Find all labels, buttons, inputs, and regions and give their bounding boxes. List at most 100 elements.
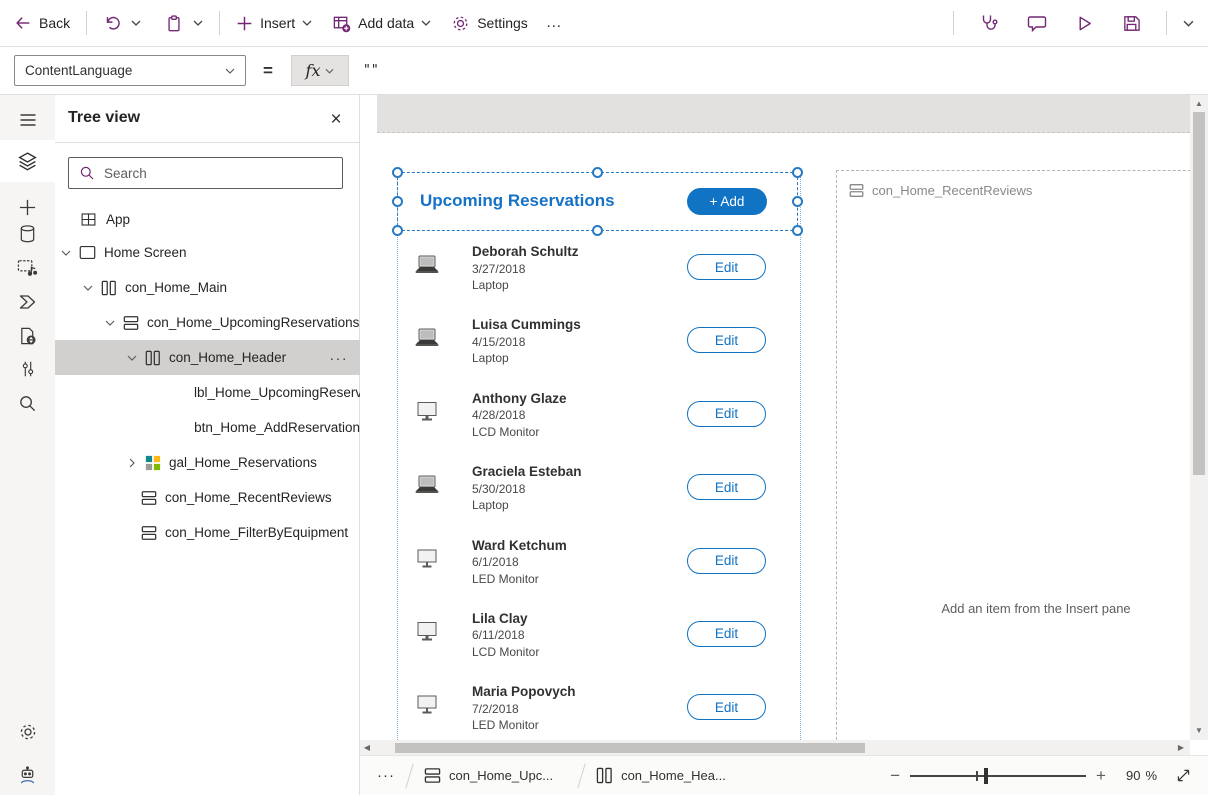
tree-view-icon[interactable] (0, 141, 55, 181)
undo-button[interactable] (103, 14, 121, 32)
zoom-value: 90 (1126, 768, 1140, 783)
reservation-name: Luisa Cummings (472, 317, 581, 332)
edit-button[interactable]: Edit (687, 254, 766, 280)
tree-item-con-home-recentreviews[interactable]: con_Home_RecentReviews (55, 480, 360, 515)
con-home-recentreviews-container[interactable]: con_Home_RecentReviews Add an item from … (836, 170, 1190, 740)
zoom-slider-track[interactable] (910, 775, 1086, 777)
edit-button[interactable]: Edit (687, 621, 766, 647)
resize-handle-top-middle[interactable] (592, 167, 603, 178)
undo-chevron-icon[interactable] (131, 20, 141, 26)
chevron-right-icon[interactable] (127, 458, 137, 468)
chevron-down-icon[interactable] (61, 250, 71, 256)
gallery-row[interactable]: Anthony Glaze4/28/2018LCD Monitor Edit (397, 387, 800, 460)
zoom-slider-tick (976, 771, 978, 781)
resize-handle-bottom-middle[interactable] (592, 225, 603, 236)
zoom-out-button[interactable]: − (880, 766, 910, 786)
tree-item-gal-home-reservations[interactable]: gal_Home_Reservations (55, 445, 360, 480)
tree-item-label: Home Screen (104, 245, 187, 260)
vertical-scrollbar-thumb[interactable] (1193, 112, 1205, 475)
back-button[interactable]: Back (14, 14, 70, 32)
property-chevron-icon (225, 68, 235, 74)
scroll-down-arrow[interactable]: ▼ (1190, 727, 1208, 735)
scroll-right-arrow[interactable]: ▶ (1174, 744, 1188, 752)
tree-item-con-home-header[interactable]: con_Home_Header ··· (55, 340, 360, 375)
tree-item-label: con_Home_Header (169, 350, 286, 365)
edit-button[interactable]: Edit (687, 401, 766, 427)
paste-chevron-icon[interactable] (193, 20, 203, 26)
tree-item-label: gal_Home_Reservations (169, 455, 317, 470)
scroll-up-arrow[interactable]: ▲ (1190, 100, 1208, 108)
con-home-header-selection[interactable]: Upcoming Reservations + Add (397, 172, 798, 231)
breadcrumb-con-home-upcomingreservations[interactable]: con_Home_Upc... (424, 767, 553, 784)
resize-handle-middle-left[interactable] (392, 196, 403, 207)
reservation-name: Deborah Schultz (472, 244, 579, 259)
zoom-slider-handle[interactable] (984, 768, 988, 784)
tree-search-input[interactable]: Search (68, 157, 343, 189)
reservation-type: LED Monitor (472, 718, 576, 732)
reservation-date: 4/15/2018 (472, 335, 581, 349)
save-chevron-icon[interactable] (1183, 20, 1194, 27)
resize-handle-top-right[interactable] (792, 167, 803, 178)
gallery-row[interactable]: Maria Popovych7/2/2018LED Monitor Edit (397, 680, 800, 740)
scroll-left-arrow[interactable]: ◀ (360, 744, 374, 752)
horizontal-container-icon (596, 767, 613, 784)
gallery-row[interactable]: Deborah Schultz3/27/2018Laptop Edit (397, 240, 800, 313)
comments-button[interactable] (1018, 14, 1056, 33)
item-overflow-icon[interactable]: ··· (330, 350, 361, 366)
zoom-in-button[interactable]: + (1086, 766, 1116, 786)
gallery-row[interactable]: Lila Clay6/11/2018LCD Monitor Edit (397, 607, 800, 680)
settings-rail-icon[interactable] (0, 712, 55, 752)
tree-item-btn-home-addreservation[interactable]: btn_Home_AddReservation (55, 410, 360, 445)
reservation-type: Laptop (472, 351, 581, 365)
tree-item-con-home-filterbyequipment[interactable]: con_Home_FilterByEquipment (55, 515, 360, 550)
save-button[interactable] (1113, 14, 1150, 33)
edit-button[interactable]: Edit (687, 548, 766, 574)
resize-handle-top-left[interactable] (392, 167, 403, 178)
edit-button[interactable]: Edit (687, 694, 766, 720)
reservation-date: 4/28/2018 (472, 408, 567, 422)
resize-handle-bottom-right[interactable] (792, 225, 803, 236)
edit-button[interactable]: Edit (687, 327, 766, 353)
insert-button[interactable]: Insert (236, 15, 312, 32)
gallery-row[interactable]: Graciela Esteban5/30/2018Laptop Edit (397, 460, 800, 533)
gallery-row[interactable]: Luisa Cummings 4/15/2018 Laptop Edit (397, 313, 800, 386)
resize-handle-middle-right[interactable] (792, 196, 803, 207)
formula-input[interactable]: "" (357, 55, 1197, 86)
search-rail-icon[interactable] (0, 383, 55, 423)
breadcrumb-con-home-header[interactable]: con_Home_Hea... (596, 767, 726, 784)
undo-icon (103, 14, 121, 32)
horizontal-scrollbar-thumb[interactable] (395, 743, 865, 753)
virtual-agent-rail-icon[interactable] (0, 756, 55, 796)
paste-button[interactable] (165, 14, 183, 33)
chevron-down-icon[interactable] (83, 285, 93, 291)
tree-item-con-home-upcomingreservations[interactable]: con_Home_UpcomingReservations (55, 305, 360, 340)
gallery-row[interactable]: Ward Ketchum6/1/2018LED Monitor Edit (397, 534, 800, 607)
media-rail-icon[interactable] (0, 247, 55, 287)
chevron-down-icon[interactable] (105, 320, 115, 326)
reservation-date: 3/27/2018 (472, 262, 579, 276)
tree-item-lbl-home-upcomingreservations[interactable]: lbl_Home_UpcomingReservat (55, 375, 360, 410)
commandbar-overflow-button[interactable]: … (538, 14, 571, 32)
add-reservation-button[interactable]: + Add (687, 188, 767, 215)
property-dropdown[interactable]: ContentLanguage (14, 55, 246, 86)
tree-item-app[interactable]: App (55, 203, 360, 235)
fx-dropdown[interactable]: fx (291, 55, 349, 86)
resize-handle-bottom-left[interactable] (392, 225, 403, 236)
close-icon[interactable]: × (323, 107, 349, 133)
add-data-button[interactable]: Add data (332, 14, 431, 33)
settings-button[interactable]: Settings (451, 14, 528, 33)
fit-to-window-icon[interactable] (1175, 767, 1192, 784)
hamburger-menu-icon[interactable] (0, 100, 55, 140)
divider (1166, 11, 1167, 35)
chevron-down-icon[interactable] (127, 355, 137, 361)
horizontal-scrollbar[interactable]: ◀ ▶ (360, 740, 1190, 755)
tree-item-label: con_Home_UpcomingReservations (147, 315, 359, 330)
app-checker-button[interactable] (970, 13, 1008, 33)
zoom-slider[interactable] (910, 766, 1086, 786)
tree-item-home-screen[interactable]: Home Screen (55, 235, 360, 270)
breadcrumb-overflow-button[interactable]: ··· (377, 767, 395, 784)
preview-button[interactable] (1066, 14, 1103, 33)
tree-item-con-home-main[interactable]: con_Home_Main (55, 270, 360, 305)
edit-button[interactable]: Edit (687, 474, 766, 500)
vertical-scrollbar[interactable]: ▲ ▼ (1190, 95, 1208, 740)
